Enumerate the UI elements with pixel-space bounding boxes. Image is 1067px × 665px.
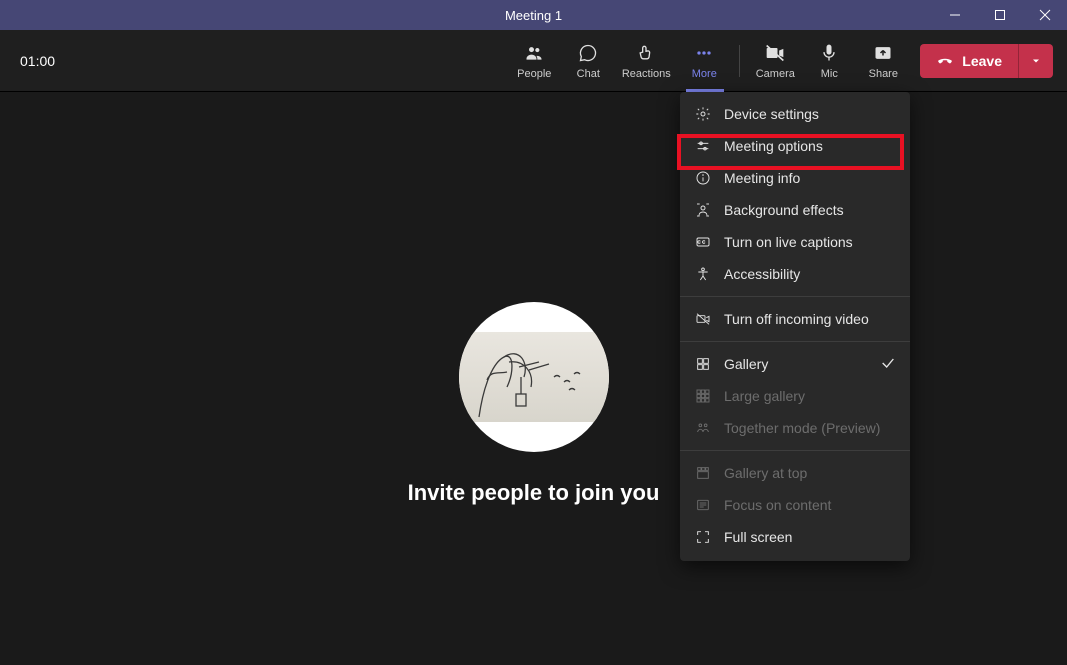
menu-item-accessibility[interactable]: Accessibility	[680, 258, 910, 290]
window-title: Meeting 1	[505, 8, 562, 23]
menu-item-background-effects[interactable]: Background effects	[680, 194, 910, 226]
hangup-icon	[936, 52, 954, 70]
minimize-button[interactable]	[932, 0, 977, 30]
menu-label: Gallery at top	[724, 465, 807, 481]
video-off-icon	[694, 310, 712, 328]
menu-label: Gallery	[724, 356, 768, 372]
menu-item-meeting-info[interactable]: Meeting info	[680, 162, 910, 194]
menu-label: Full screen	[724, 529, 792, 545]
close-button[interactable]	[1022, 0, 1067, 30]
share-icon	[873, 42, 893, 64]
chevron-down-icon	[1030, 55, 1042, 67]
more-button[interactable]: More	[677, 35, 731, 87]
camera-off-icon	[765, 42, 785, 64]
menu-item-live-captions[interactable]: Turn on live captions	[680, 226, 910, 258]
share-label: Share	[869, 68, 898, 80]
menu-label: Large gallery	[724, 388, 805, 404]
menu-label: Accessibility	[724, 266, 800, 282]
menu-separator	[680, 296, 910, 297]
menu-label: Turn off incoming video	[724, 311, 869, 327]
camera-button[interactable]: Camera	[748, 35, 802, 87]
sliders-icon	[694, 137, 712, 155]
menu-label: Focus on content	[724, 497, 831, 513]
menu-label: Device settings	[724, 106, 819, 122]
menu-item-full-screen[interactable]: Full screen	[680, 521, 910, 553]
maximize-button[interactable]	[977, 0, 1022, 30]
menu-label: Together mode (Preview)	[724, 420, 880, 436]
ellipsis-icon	[694, 42, 714, 64]
background-icon	[694, 201, 712, 219]
menu-label: Background effects	[724, 202, 844, 218]
info-icon	[694, 169, 712, 187]
together-icon	[694, 419, 712, 437]
check-icon	[880, 355, 896, 374]
gear-icon	[694, 105, 712, 123]
leave-button[interactable]: Leave	[920, 44, 1018, 78]
title-bar: Meeting 1	[0, 0, 1067, 30]
menu-item-large-gallery: Large gallery	[680, 380, 910, 412]
gallery-top-icon	[694, 464, 712, 482]
meeting-timer: 01:00	[20, 53, 55, 69]
large-gallery-icon	[694, 387, 712, 405]
menu-separator	[680, 450, 910, 451]
menu-item-together-mode: Together mode (Preview)	[680, 412, 910, 444]
meeting-toolbar: 01:00 People Chat Reactions More	[0, 30, 1067, 92]
reactions-button[interactable]: Reactions	[615, 35, 677, 87]
menu-item-device-settings[interactable]: Device settings	[680, 98, 910, 130]
mic-button[interactable]: Mic	[802, 35, 856, 87]
chat-button[interactable]: Chat	[561, 35, 615, 87]
people-button[interactable]: People	[507, 35, 561, 87]
leave-control: Leave	[920, 44, 1053, 78]
chat-label: Chat	[577, 68, 600, 80]
mic-label: Mic	[821, 68, 838, 80]
accessibility-icon	[694, 265, 712, 283]
more-label: More	[692, 68, 717, 80]
menu-separator	[680, 341, 910, 342]
menu-item-meeting-options[interactable]: Meeting options	[680, 130, 910, 162]
gallery-icon	[694, 355, 712, 373]
toolbar-group-left: People Chat Reactions More	[507, 35, 731, 87]
reactions-label: Reactions	[622, 68, 671, 80]
people-icon	[524, 42, 544, 64]
avatar-art-icon	[459, 332, 609, 422]
invite-heading: Invite people to join you	[408, 480, 660, 506]
captions-icon	[694, 233, 712, 251]
menu-label: Meeting info	[724, 170, 800, 186]
reactions-icon	[636, 42, 656, 64]
participant-avatar	[459, 302, 609, 452]
people-label: People	[517, 68, 551, 80]
fullscreen-icon	[694, 528, 712, 546]
menu-label: Turn on live captions	[724, 234, 853, 250]
menu-item-turn-off-incoming[interactable]: Turn off incoming video	[680, 303, 910, 335]
menu-item-gallery-at-top: Gallery at top	[680, 457, 910, 489]
focus-icon	[694, 496, 712, 514]
mic-icon	[819, 42, 839, 64]
leave-label: Leave	[962, 53, 1002, 69]
share-button[interactable]: Share	[856, 35, 910, 87]
menu-label: Meeting options	[724, 138, 823, 154]
leave-options-button[interactable]	[1018, 44, 1053, 78]
camera-label: Camera	[756, 68, 795, 80]
chat-icon	[578, 42, 598, 64]
toolbar-group-right: Camera Mic Share	[748, 35, 910, 87]
toolbar-divider	[739, 45, 740, 77]
window-controls	[932, 0, 1067, 30]
more-menu: Device settings Meeting options Meeting …	[680, 92, 910, 561]
menu-item-focus-content: Focus on content	[680, 489, 910, 521]
menu-item-gallery[interactable]: Gallery	[680, 348, 910, 380]
